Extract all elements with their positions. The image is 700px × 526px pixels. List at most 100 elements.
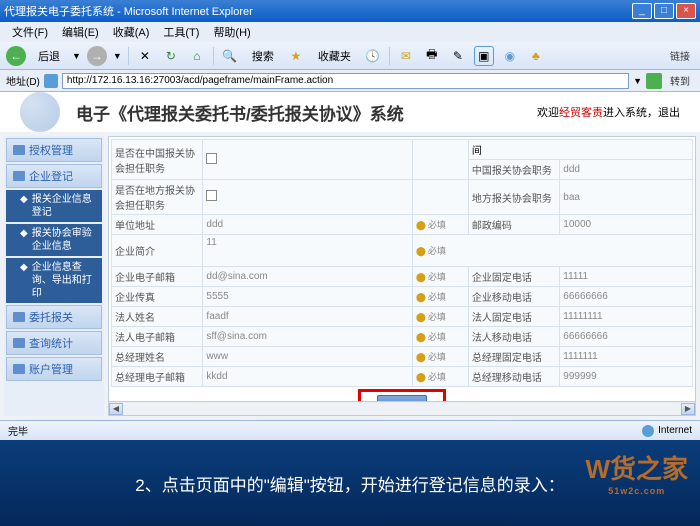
menu-edit[interactable]: 编辑(E) [56,22,105,42]
dropdown-icon[interactable]: ▼ [113,51,122,61]
field-label: 单位地址 [112,215,203,235]
field-label: 是否在地方报关协会担任职务 [112,180,203,215]
required-label: ⬤必填 [412,327,468,347]
edit-button[interactable]: ✎ [448,46,468,66]
url-input[interactable]: http://172.16.13.16:27003/acd/pageframe/… [62,73,629,89]
field-label: 总经理姓名 [112,347,203,367]
status-zone: Internet [642,425,692,437]
field-label: 总经理电子邮箱 [112,367,203,387]
field-value[interactable]: kkdd [203,367,412,387]
sidebar-item-business[interactable]: 企业登记 [6,164,102,188]
favorites-label[interactable]: 收藏夹 [312,46,357,66]
field-label: 总经理移动电话 [468,367,559,387]
menu-help[interactable]: 帮助(H) [207,22,256,42]
mail-button[interactable]: ✉ [396,46,416,66]
required-label: ⬤必填 [412,235,692,267]
address-label: 地址(D) [6,73,40,88]
field-value[interactable]: ddd [560,160,693,180]
field-value[interactable]: 66666666 [560,327,693,347]
user-info: 欢迎经贸客责进入系统，退出 [537,104,680,120]
field-value[interactable]: 11111 [560,267,693,287]
field-value[interactable]: dd@sina.com [203,267,412,287]
field-value[interactable]: 999999 [560,367,693,387]
field-value[interactable]: sff@sina.com [203,327,412,347]
stop-button[interactable]: ✕ [135,46,155,66]
main-panel: 是否在中国报关协会担任职务 间 中国报关协会职务 ddd 是否在地方报关协会担任… [108,136,696,416]
close-button[interactable]: × [676,3,696,19]
field-value[interactable]: 5555 [203,287,412,307]
go-button[interactable] [646,73,662,89]
field-value[interactable]: 1111111 [560,347,693,367]
favorites-icon[interactable]: ★ [286,46,306,66]
field-value[interactable]: baa [560,180,693,215]
history-button[interactable]: 🕓 [363,46,383,66]
required-label: ⬤必填 [412,347,468,367]
sidebar: 授权管理 企业登记 ◆报关企业信息登记 ◆报关协会审验企业信息 ◆企业信息查询、… [4,136,104,416]
sidebar-sub-1[interactable]: ◆报关企业信息登记 [6,190,102,222]
required-label: ⬤必填 [412,367,468,387]
back-label[interactable]: 后退 [32,46,66,66]
tool-btn[interactable]: ♣ [526,46,546,66]
links-label[interactable]: 链接 [666,48,694,63]
field-value[interactable]: ddd [203,215,412,235]
checkbox-cell[interactable] [203,140,412,180]
internet-icon [642,425,654,437]
search-label[interactable]: 搜索 [246,46,280,66]
forward-button[interactable]: → [87,46,107,66]
horizontal-scrollbar[interactable]: ◀▶ [109,401,695,415]
back-button[interactable]: ← [6,46,26,66]
print-button[interactable]: 🖶 [422,46,442,66]
sidebar-sub-3[interactable]: ◆企业信息查询、导出和打印 [6,258,102,303]
required-label: ⬤必填 [412,307,468,327]
field-value[interactable]: 11 [203,235,412,267]
field-value[interactable]: faadf [203,307,412,327]
minimize-button[interactable]: _ [632,3,652,19]
field-value[interactable]: 66666666 [560,287,693,307]
required-label: ⬤必填 [412,267,468,287]
field-label: 地方报关协会职务 [468,180,559,215]
field-label: 法人固定电话 [468,307,559,327]
tool-btn[interactable]: ◉ [500,46,520,66]
field-value[interactable]: www [203,347,412,367]
status-text: 完毕 [8,423,28,438]
goto-label[interactable]: 转到 [666,73,694,88]
required-label: ⬤必填 [412,215,468,235]
logo-icon [20,92,60,132]
sidebar-item-entrust[interactable]: 委托报关 [6,305,102,329]
maximize-button[interactable]: □ [654,3,674,19]
window-title: 代理报关电子委托系统 - Microsoft Internet Explorer [4,3,632,19]
field-label: 法人电子邮箱 [112,327,203,347]
form-table: 是否在中国报关协会担任职务 间 中国报关协会职务 ddd 是否在地方报关协会担任… [111,139,693,387]
checkbox-cell[interactable] [203,180,412,215]
field-label: 法人姓名 [112,307,203,327]
field-label: 是否在中国报关协会担任职务 [112,140,203,180]
watermark: W货之家 51w2c.com [585,449,688,496]
menu-file[interactable]: 文件(F) [6,22,54,42]
dropdown-icon[interactable]: ▼ [72,51,81,61]
tool-btn[interactable]: ▣ [474,46,494,66]
field-label: 企业简介 [112,235,203,267]
field-label: 中国报关协会职务 [468,160,559,180]
sidebar-item-auth[interactable]: 授权管理 [6,138,102,162]
required-label: ⬤必填 [412,287,468,307]
sidebar-sub-2[interactable]: ◆报关协会审验企业信息 [6,224,102,256]
field-value[interactable]: 10000 [560,215,693,235]
page-icon [44,74,58,88]
menu-tools[interactable]: 工具(T) [157,22,205,42]
field-value[interactable]: 11111111 [560,307,693,327]
sidebar-item-account[interactable]: 账户管理 [6,357,102,381]
refresh-button[interactable]: ↻ [161,46,181,66]
field-label: 企业电子邮箱 [112,267,203,287]
search-icon[interactable]: 🔍 [220,46,240,66]
field-label: 企业传真 [112,287,203,307]
sidebar-item-query[interactable]: 查询统计 [6,331,102,355]
page-title: 电子《代理报关委托书/委托报关协议》系统 [76,100,521,125]
field-label: 邮政编码 [468,215,559,235]
menu-favorites[interactable]: 收藏(A) [107,22,156,42]
field-label: 总经理固定电话 [468,347,559,367]
home-button[interactable]: ⌂ [187,46,207,66]
field-label: 间 [468,140,692,160]
field-label: 企业固定电话 [468,267,559,287]
field-label: 法人移动电话 [468,327,559,347]
dropdown-icon[interactable]: ▼ [633,76,642,86]
